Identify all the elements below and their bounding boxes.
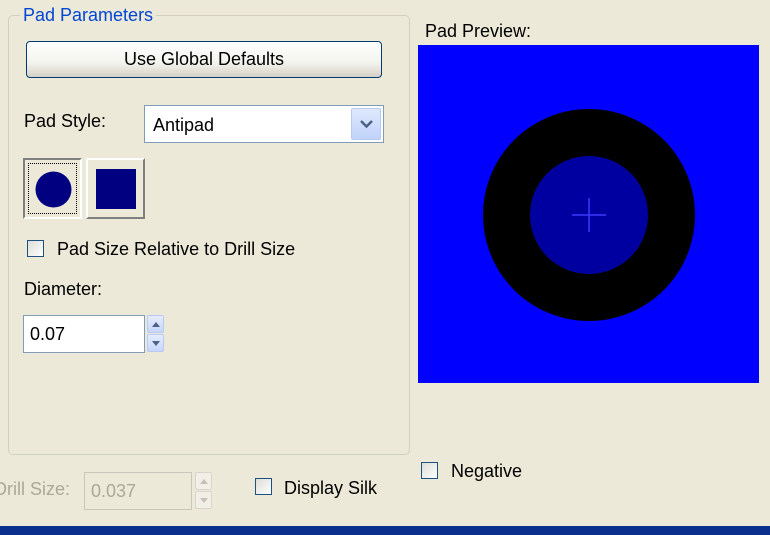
chevron-down-icon <box>360 120 373 129</box>
pad-style-label: Pad Style: <box>24 111 107 131</box>
arrow-up-icon <box>200 479 208 484</box>
drill-size-spin-down[interactable] <box>195 491 212 509</box>
arrow-down-icon <box>200 498 208 503</box>
drill-size-spinner[interactable] <box>195 472 212 509</box>
pad-size-relative-label: Pad Size Relative to Drill Size <box>57 239 296 259</box>
square-shape-icon <box>96 169 136 209</box>
diameter-label: Diameter: <box>24 279 103 299</box>
pad-size-relative-checkbox[interactable] <box>27 240 44 257</box>
circle-shape-icon <box>35 171 72 208</box>
drill-size-spin-up[interactable] <box>195 472 212 490</box>
negative-label: Negative <box>451 461 523 481</box>
pad-preview-canvas <box>418 45 759 383</box>
pad-parameters-group <box>8 15 410 455</box>
pad-parameters-title: Pad Parameters <box>20 4 157 26</box>
pad-preview-drawing <box>483 109 695 321</box>
diameter-spin-up[interactable] <box>147 315 164 333</box>
pad-style-dropdown-button[interactable] <box>351 108 381 140</box>
display-silk-checkbox[interactable] <box>255 478 272 495</box>
diameter-spin-down[interactable] <box>147 334 164 352</box>
diameter-spinner[interactable] <box>147 315 164 352</box>
diameter-input[interactable]: 0.07 <box>23 315 145 353</box>
drill-size-label: Drill Size: <box>0 479 71 499</box>
pad-preview-label: Pad Preview: <box>425 21 532 41</box>
shape-circle-button[interactable] <box>23 158 82 219</box>
display-silk-label: Display Silk <box>284 478 378 498</box>
negative-checkbox[interactable] <box>421 462 438 479</box>
arrow-down-icon <box>152 341 160 346</box>
pad-style-value: Antipad <box>153 115 215 135</box>
use-global-defaults-button[interactable]: Use Global Defaults <box>26 41 382 78</box>
window-bottom-border <box>0 526 770 535</box>
arrow-up-icon <box>152 322 160 327</box>
drill-size-input[interactable]: 0.037 <box>84 472 192 510</box>
shape-square-button[interactable] <box>86 158 145 219</box>
pad-style-select[interactable]: Antipad <box>144 105 384 143</box>
